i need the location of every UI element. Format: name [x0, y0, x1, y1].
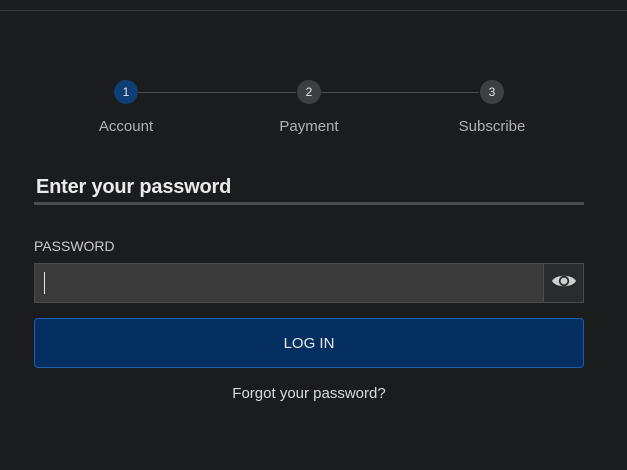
eye-icon [551, 272, 577, 295]
step-account: 1 Account [66, 80, 186, 135]
top-divider [0, 10, 627, 11]
text-caret [44, 272, 45, 294]
step-number: 3 [480, 80, 504, 104]
login-button[interactable]: LOG IN [34, 318, 584, 368]
heading-underline [34, 202, 584, 205]
password-input[interactable] [35, 264, 543, 302]
password-label: PASSWORD [34, 238, 115, 254]
step-label: Account [98, 118, 154, 135]
step-number: 2 [297, 80, 321, 104]
password-input-wrap [35, 264, 543, 302]
step-payment: 2 Payment [249, 80, 369, 135]
login-panel: 1 Account 2 Payment 3 Subscribe Enter yo… [0, 0, 627, 470]
step-label: Subscribe [458, 118, 526, 135]
page-title: Enter your password [36, 176, 232, 198]
show-password-button[interactable] [543, 264, 583, 302]
password-field [34, 263, 584, 303]
step-number: 1 [114, 80, 138, 104]
step-label: Payment [279, 118, 339, 135]
forgot-password-link[interactable]: Forgot your password? [0, 385, 618, 402]
step-subscribe: 3 Subscribe [432, 80, 552, 135]
